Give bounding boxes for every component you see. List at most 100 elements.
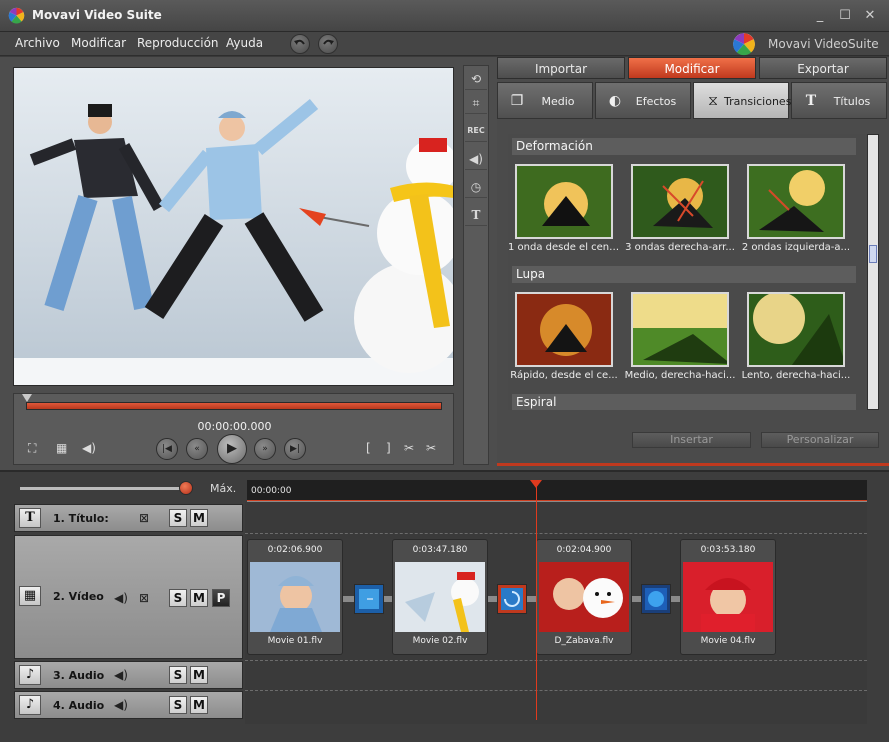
speed-tool[interactable]: ◷ (465, 176, 487, 198)
mute-button[interactable]: M (190, 509, 208, 527)
subtab-transiciones[interactable]: ⧖ Transiciones (693, 82, 792, 119)
fullscreen-icon[interactable]: ⛶ (28, 441, 36, 456)
volume-track-icon[interactable]: ◀) (112, 589, 130, 607)
text-tool[interactable]: T (465, 204, 487, 226)
transition-item[interactable]: Rápido, desde el ce... (508, 292, 620, 381)
volume-tool[interactable]: ◀) (465, 148, 487, 170)
window-title: Movavi Video Suite (32, 8, 162, 22)
filmstrip-icon[interactable]: ▦ (56, 441, 67, 455)
video-clip[interactable]: 0:03:47.180 Movie 02.flv (392, 539, 488, 655)
cut-icon[interactable]: ✂ (404, 441, 414, 455)
insert-button[interactable]: Insertar (632, 432, 751, 448)
fast-forward-button[interactable]: » (254, 438, 276, 460)
transition-item[interactable]: 1 onda desde el centro (508, 164, 620, 253)
volume-track-icon[interactable]: ◀) (112, 666, 130, 684)
section-header-espiral: Espiral (512, 394, 856, 410)
video-clip[interactable]: 0:02:04.900 D_Zabava.flv (536, 539, 632, 655)
time-ruler[interactable]: 00:00:00 (247, 480, 867, 502)
transition-label: 2 ondas izquierda-a... (741, 242, 851, 253)
clip-transition[interactable] (497, 584, 527, 614)
subtab-titulos[interactable]: T Títulos (791, 82, 887, 119)
mute-button[interactable]: M (190, 666, 208, 684)
playback-progress-bar[interactable] (26, 402, 442, 410)
menu-bar: Archivo Modificar Reproducción Ayuda (0, 32, 889, 56)
video-clip[interactable]: 0:02:06.900 Movie 01.flv (247, 539, 343, 655)
scrollbar-thumb[interactable] (869, 245, 877, 263)
clip-transition[interactable] (354, 584, 384, 614)
tab-modificar[interactable]: Modificar (628, 57, 756, 79)
tab-exportar[interactable]: Exportar (759, 57, 887, 79)
mark-in-icon[interactable]: [ (366, 441, 371, 455)
minimize-button[interactable]: _ (813, 9, 827, 23)
gallery-scrollbar[interactable] (867, 134, 879, 410)
track-divider (245, 660, 867, 661)
close-button[interactable]: ✕ (863, 9, 877, 23)
transition-item[interactable]: 3 ondas derecha-arr... (624, 164, 736, 253)
mark-out-icon[interactable]: ] (386, 441, 391, 455)
volume-track-icon[interactable]: ◀) (112, 696, 130, 714)
playhead-handle[interactable] (530, 480, 542, 488)
clip-duration: 0:02:06.900 (267, 545, 323, 555)
clip-transition[interactable] (641, 584, 671, 614)
clip-thumbnail (395, 562, 485, 632)
undo-button[interactable] (290, 34, 310, 54)
customize-button[interactable]: Personalizar (761, 432, 879, 448)
solo-button[interactable]: S (169, 666, 187, 684)
clip-name: D_Zabava.flv (554, 636, 614, 646)
video-preview[interactable] (13, 67, 454, 386)
clip-duration: 0:03:53.180 (700, 545, 756, 555)
solo-button[interactable]: S (169, 509, 187, 527)
rec-icon: REC (467, 126, 485, 135)
menu-archivo[interactable]: Archivo (15, 36, 60, 50)
transition-swatch (645, 588, 667, 610)
title-bar: Movavi Video Suite _ ☐ ✕ (0, 0, 889, 32)
skip-end-icon: ▶| (290, 444, 300, 454)
subtab-efectos[interactable]: ◐ Efectos (595, 82, 691, 119)
preview-image (14, 68, 453, 385)
track-divider (245, 690, 867, 691)
solo-button[interactable]: S (169, 696, 187, 714)
go-to-start-button[interactable]: |◀ (156, 438, 178, 460)
playhead-line[interactable] (536, 480, 537, 720)
mute-button[interactable]: M (190, 589, 208, 607)
menu-ayuda[interactable]: Ayuda (226, 36, 263, 50)
mute-button[interactable]: M (190, 696, 208, 714)
track-label: 4. Audio (53, 699, 105, 712)
maximize-button[interactable]: ☐ (838, 9, 852, 23)
menu-reproduccion[interactable]: Reproducción (137, 36, 219, 50)
track-header-audio-4: ♪ 4. Audio ◀) S M (14, 691, 243, 719)
volume-icon[interactable]: ◀) (82, 441, 96, 455)
zoom-slider-knob[interactable] (179, 481, 193, 495)
record-tool[interactable]: REC (465, 120, 487, 142)
transition-item[interactable]: Lento, derecha-haci... (740, 292, 852, 381)
progress-marker[interactable] (22, 394, 32, 402)
media-icon: ❐ (510, 93, 524, 109)
clip-name: Movie 01.flv (267, 636, 323, 646)
track-header-title: T 1. Título: ⊠ S M (14, 504, 243, 532)
redo-button[interactable] (318, 34, 338, 54)
play-button[interactable]: ▶ (217, 434, 247, 464)
solo-button[interactable]: S (169, 589, 187, 607)
brand-name: Movavi VideoSuite (768, 37, 879, 51)
split-icon[interactable]: ✂ (426, 441, 436, 455)
clip-name: Movie 04.flv (700, 636, 756, 646)
transition-thumbnail (747, 164, 845, 239)
go-to-end-button[interactable]: ▶| (284, 438, 306, 460)
transition-item[interactable]: Medio, derecha-haci... (624, 292, 736, 381)
zoom-slider-track[interactable] (20, 487, 188, 490)
subtab-medio[interactable]: ❐ Medio (497, 82, 593, 119)
tab-importar[interactable]: Importar (497, 57, 625, 79)
track-divider (245, 533, 867, 534)
video-clip[interactable]: 0:03:53.180 Movie 04.flv (680, 539, 776, 655)
rotate-tool[interactable]: ⟲ (465, 68, 487, 90)
hide-track-icon[interactable]: ⊠ (135, 589, 153, 607)
crop-tool[interactable]: ⌗ (465, 92, 487, 114)
transition-item[interactable]: 2 ondas izquierda-a... (740, 164, 852, 253)
pip-button[interactable]: P (212, 589, 230, 607)
rewind-button[interactable]: « (186, 438, 208, 460)
menu-modificar[interactable]: Modificar (71, 36, 126, 50)
subtab-label: Transiciones (724, 95, 792, 108)
zoom-label: Máx. (210, 482, 237, 495)
transition-swatch (359, 589, 379, 609)
hide-track-icon[interactable]: ⊠ (135, 509, 153, 527)
